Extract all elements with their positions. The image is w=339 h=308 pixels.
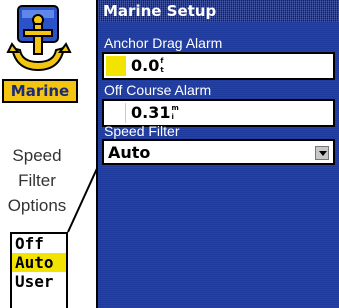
unit-bottom: i — [171, 113, 174, 121]
option-auto[interactable]: Auto — [12, 253, 66, 272]
chevron-down-icon[interactable] — [315, 146, 329, 160]
speed-filter-options-list: Off Auto User — [10, 232, 68, 308]
page-title: Marine Setup — [103, 2, 217, 20]
unit-bottom: t — [160, 66, 164, 74]
anchor-drag-alarm-value: 0.0f t — [131, 55, 164, 77]
marine-anchor-icon — [2, 4, 76, 76]
marine-setup-screen: Marine Setup Anchor Drag Alarm 0.0f t Off… — [96, 0, 339, 308]
anchor-drag-alarm-field[interactable]: 0.0f t — [102, 52, 335, 80]
off-course-value-text: 0.31 — [131, 103, 171, 122]
anchor-drag-alarm-label: Anchor Drag Alarm — [104, 35, 223, 51]
speed-filter-value: Auto — [108, 143, 151, 162]
option-user[interactable]: User — [12, 272, 66, 291]
anchor-drag-alarm-toggle[interactable] — [106, 56, 126, 76]
speed-filter-options-caption: Speed Filter Options — [0, 143, 74, 218]
anchor-drag-unit: ft — [160, 57, 163, 75]
unit-top: f — [160, 57, 164, 65]
caption-line: Options — [7, 196, 67, 215]
off-course-alarm-label: Off Course Alarm — [104, 82, 212, 98]
caption-line: Speed — [12, 146, 62, 165]
marine-label: Marine — [2, 79, 78, 103]
off-course-alarm-value: 0.31m i — [131, 102, 179, 124]
off-course-unit: mi — [171, 104, 178, 122]
caption-line: Filter — [18, 171, 56, 190]
title-bar: Marine Setup — [98, 0, 339, 22]
unit-top: m — [171, 104, 179, 112]
speed-filter-select[interactable]: Auto — [102, 139, 335, 165]
off-course-alarm-toggle[interactable] — [106, 103, 126, 123]
speed-filter-label: Speed Filter — [104, 123, 180, 139]
option-off[interactable]: Off — [12, 234, 66, 253]
anchor-drag-value-text: 0.0 — [131, 56, 160, 75]
